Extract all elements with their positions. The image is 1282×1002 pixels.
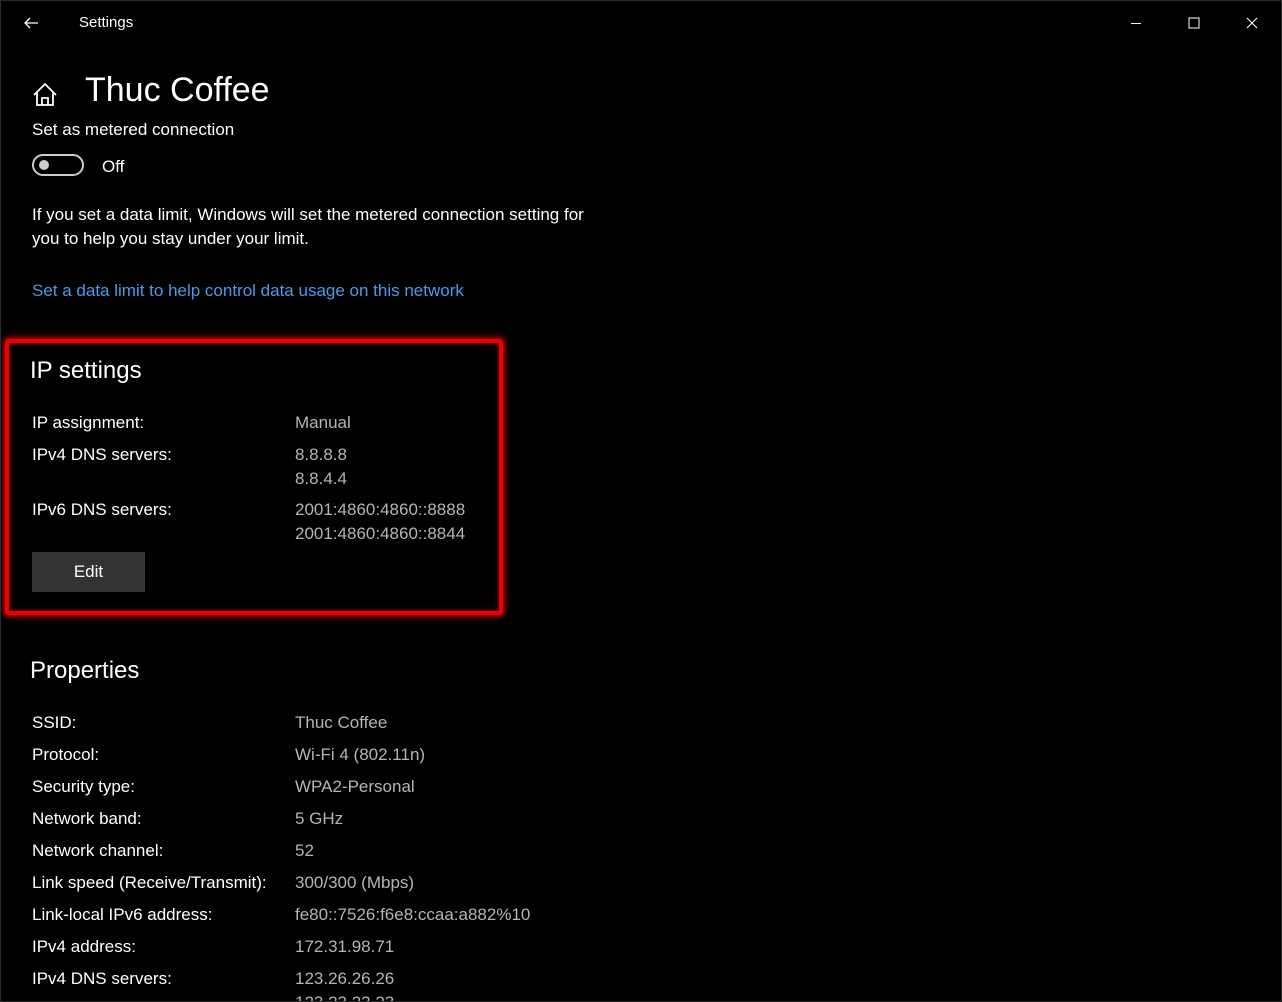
- value-line: WPA2-Personal: [295, 777, 415, 796]
- value-line: 300/300 (Mbps): [295, 873, 415, 892]
- protocol-value: Wi-Fi 4 (802.11n): [295, 743, 425, 767]
- network-band-label: Network band:: [32, 809, 142, 828]
- link-speed-value: 300/300 (Mbps): [295, 871, 414, 895]
- link-speed-label: Link speed (Receive/Transmit):: [32, 873, 267, 892]
- properties-ipv4-dns-value: 123.26.26.26 123.23.23.23: [295, 967, 395, 1001]
- metered-connection-toggle[interactable]: [32, 154, 84, 176]
- back-arrow-icon: [24, 17, 38, 29]
- minimize-icon: [1131, 23, 1141, 24]
- page-title: Thuc Coffee: [85, 71, 270, 109]
- title-bar: Settings: [1, 1, 1281, 45]
- toggle-state-label: Off: [102, 157, 125, 176]
- data-limit-info: If you set a data limit, Windows will se…: [32, 205, 584, 248]
- value-line: 5 GHz: [295, 809, 344, 828]
- value-line: 8.8.8.8: [295, 445, 347, 464]
- set-data-limit-link[interactable]: Set a data limit to help control data us…: [32, 281, 464, 301]
- value-line: fe80::7526:f6e8:ccaa:a882%10: [295, 905, 531, 924]
- protocol-label: Protocol:: [32, 745, 100, 764]
- app-title: Settings: [79, 14, 134, 31]
- value-line: 123.26.26.26: [295, 969, 395, 988]
- properties-ipv4-dns-label: IPv4 DNS servers:: [32, 969, 172, 988]
- security-type-label: Security type:: [32, 777, 135, 796]
- ipv4-dns-label: IPv4 DNS servers:: [32, 445, 172, 464]
- ssid-label: SSID:: [32, 713, 77, 732]
- metered-connection-label: Set as metered connection: [32, 120, 235, 139]
- network-channel-value: 52: [295, 839, 314, 863]
- ip-assignment-label: IP assignment:: [32, 413, 145, 432]
- settings-window: Settings Thuc Coffee Set as metered conn…: [0, 0, 1282, 1002]
- home-icon[interactable]: [31, 81, 59, 109]
- ipv4-dns-value: 8.8.8.8 8.8.4.4: [295, 443, 347, 491]
- window-controls: [1107, 1, 1281, 45]
- ip-assignment-value: Manual: [295, 411, 351, 435]
- ipv4-address-value: 172.31.98.71: [295, 935, 394, 959]
- ipv6-dns-value: 2001:4860:4860::8888 2001:4860:4860::884…: [295, 498, 465, 546]
- network-channel-label: Network channel:: [32, 841, 164, 860]
- value-line: 2001:4860:4860::8888: [295, 500, 466, 519]
- ip-settings-title: IP settings: [30, 357, 142, 384]
- edit-ip-settings-button[interactable]: Edit: [32, 552, 145, 592]
- value-line: 2001:4860:4860::8844: [295, 524, 466, 543]
- properties-title: Properties: [30, 657, 140, 684]
- close-icon: [1246, 17, 1258, 29]
- value-line: Manual: [295, 413, 351, 432]
- toggle-knob: [39, 160, 49, 170]
- link-local-ipv6-label: Link-local IPv6 address:: [32, 905, 213, 924]
- link-local-ipv6-value: fe80::7526:f6e8:ccaa:a882%10: [295, 903, 530, 927]
- ipv6-dns-label: IPv6 DNS servers:: [32, 500, 172, 519]
- back-button[interactable]: [15, 9, 47, 37]
- security-type-value: WPA2-Personal: [295, 775, 415, 799]
- minimize-button[interactable]: [1107, 1, 1165, 45]
- ssid-value: Thuc Coffee: [295, 711, 387, 735]
- value-line: 172.31.98.71: [295, 937, 395, 956]
- maximize-button[interactable]: [1165, 1, 1223, 45]
- value-line: 8.8.4.4: [295, 469, 347, 488]
- maximize-icon: [1188, 17, 1200, 29]
- value-line: 52: [295, 841, 314, 860]
- value-line: Wi-Fi 4 (802.11n): [295, 745, 426, 764]
- close-button[interactable]: [1223, 1, 1281, 45]
- ipv4-address-label: IPv4 address:: [32, 937, 136, 956]
- network-band-value: 5 GHz: [295, 807, 343, 831]
- value-line: Thuc Coffee: [295, 713, 388, 732]
- value-line: 123.23.23.23: [295, 991, 394, 1001]
